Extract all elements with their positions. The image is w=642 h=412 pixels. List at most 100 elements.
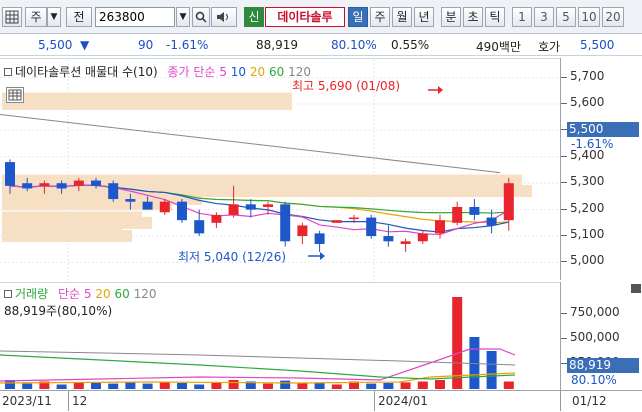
candle-body [159,201,170,213]
volume-bar [280,380,291,389]
volume-value: 88,919 [256,38,298,52]
date-label-2023-11: 2023/11 [2,394,52,408]
date-axis: 2023/11 12 2024/01 01/12 [0,390,642,412]
volume-bar [366,383,377,389]
volume-ratio: 80.10% [331,38,377,52]
volume-bar [486,351,497,389]
prev-button[interactable]: 전 [66,7,92,27]
volume-bar [91,383,101,389]
volume-bar [22,383,33,389]
ma120-line [0,114,501,174]
legend-ma-label: 종가 단순 [167,65,216,79]
quote-label: 호가 [538,40,561,54]
code-input[interactable]: 263800 [95,7,175,27]
candle-body [366,217,377,237]
candle-body [263,204,273,207]
candle-body [22,183,33,189]
volume-bar [177,383,187,389]
high-arrow-head [438,86,443,94]
low-marker-label: 최저 5,040 (12/26) [178,250,287,264]
current-price-marker: 5,500 [567,122,639,137]
volume-legend-ma60: 60 [114,287,130,301]
candle-body [91,180,101,186]
period-minute-button[interactable]: 분 [441,7,461,27]
date-label-current: 01/12 [572,394,607,408]
volume-ma60-line [0,354,516,380]
price-tick [561,76,567,78]
price-chart-panel[interactable]: 데이타솔루션 매물대 수(10) 종가 단순 5 10 20 60 120 최고… [0,58,560,281]
candle-body [469,206,480,215]
candle-body [125,199,136,202]
candle-body [417,233,428,242]
volume-bar [417,381,428,389]
date-label-12: 12 [72,394,88,408]
candle-body [280,204,291,242]
price-axis: 5,7005,6005,5005,4005,3005,2005,1005,000… [560,58,642,280]
volume-legend-ma20: 20 [95,287,111,301]
volume-axis-label: 500,000 [570,330,620,344]
candle-body [486,217,497,226]
volume-bar [228,380,239,389]
candle-body [73,180,84,186]
change-arrow: ▼ [80,38,90,52]
legend-square-icon [4,290,12,298]
current-change-marker: -1.61% [571,137,614,151]
price-axis-label: 5,100 [570,227,605,242]
change-percent: -1.61% [166,38,209,52]
period-second-button[interactable]: 초 [463,7,483,27]
interval-10-button[interactable]: 10 [578,7,600,27]
legend-square-icon [4,68,12,76]
candle-body [228,204,239,215]
calculator-icon[interactable] [6,87,24,103]
candle-body [5,162,15,186]
price-axis-label: 5,700 [570,68,605,83]
candle-body [211,214,222,223]
legend-ma20: 20 [249,65,266,79]
interval-1-button[interactable]: 1 [512,7,532,27]
volume-legend-name: 거래량 [15,287,49,301]
period-day-button[interactable]: 일 [348,7,368,27]
stock-name[interactable]: 데이타솔루 [265,7,345,27]
price-tick [561,102,567,104]
candle-body [331,220,342,223]
volume-chart-panel[interactable]: 거래량 단순 5 20 60 120 88,919주(80,10%) [0,282,560,390]
candle-body [452,206,463,223]
volume-bar [400,382,411,389]
interval-3-button[interactable]: 3 [534,7,554,27]
current-price: 5,500 [38,38,73,52]
price-axis-label: 5,600 [570,94,605,109]
chevron-down-icon[interactable]: ▼ [47,7,61,27]
price-tick [561,182,567,184]
candle-body [194,220,205,234]
legend-ma10: 10 [230,65,247,79]
period-year-button[interactable]: 년 [414,7,434,27]
search-icon[interactable] [192,7,210,27]
toolbar: 주 ▼ 전 263800 ▼ 신 데이타솔루 일 주 월 년 분 초 틱 1 3… [0,0,642,34]
period-month-button[interactable]: 월 [392,7,412,27]
close-panel-icon[interactable] [631,284,641,293]
legend-ma5: 5 [219,65,227,79]
candle-body [383,236,394,242]
high-marker-label: 최고 5,690 (01/08) [292,79,401,93]
volume-bar [142,383,153,389]
interval-5-button[interactable]: 5 [556,7,576,27]
period-week-button[interactable]: 주 [370,7,390,27]
candle-body [177,201,187,221]
volume-bar [383,383,394,389]
order-type-select[interactable]: 주 [25,7,47,27]
candle-body [39,183,50,186]
volume-axis-label: 750,000 [570,305,620,319]
chevron-down-icon[interactable]: ▼ [176,7,190,27]
period-tick-button[interactable]: 틱 [485,7,505,27]
candle-body [503,183,514,221]
speaker-icon[interactable] [211,7,237,27]
new-tag-button[interactable]: 신 [244,7,264,27]
volume-legend-ma-label: 단순 [57,287,81,301]
candle-body [400,241,411,244]
current-volume-marker: 88,919 [567,358,639,373]
change-value: 90 [138,38,154,52]
grid-icon[interactable] [2,7,22,27]
volume-bar [56,384,67,389]
candle-body [142,201,153,210]
interval-20-button[interactable]: 20 [602,7,624,27]
